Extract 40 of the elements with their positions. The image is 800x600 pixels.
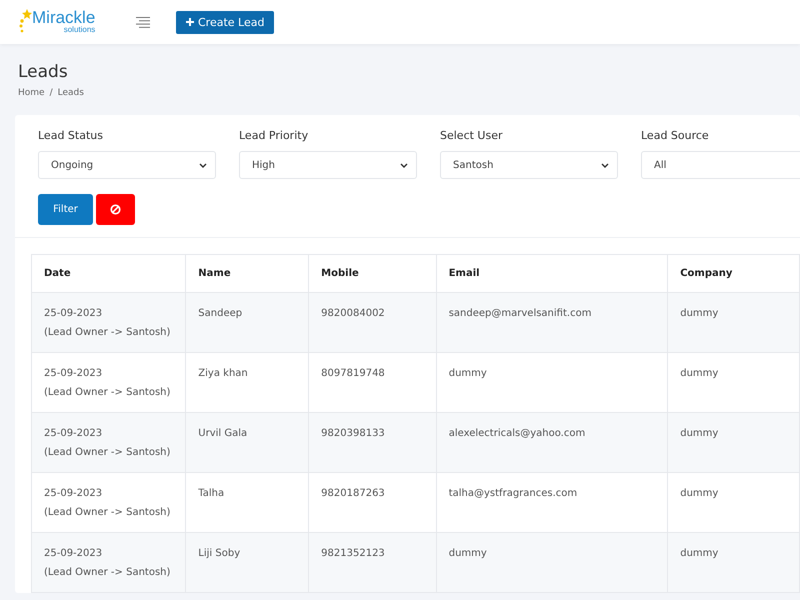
lead-date: 25-09-2023	[44, 367, 104, 381]
menu-icon[interactable]	[136, 16, 150, 28]
create-lead-button[interactable]: Create Lead	[176, 10, 274, 34]
logo-tagline: solutions	[64, 26, 96, 34]
filter-select[interactable]: Santosh	[440, 151, 618, 179]
lead-owner: (Lead Owner -> Santosh)	[44, 566, 172, 580]
column-header: Date	[32, 254, 186, 292]
breadcrumb-item[interactable]: Home	[18, 88, 45, 98]
chevron-down-icon	[199, 162, 207, 168]
plus-icon	[186, 18, 194, 26]
page-title: Leads	[18, 62, 69, 82]
filter-select[interactable]: High	[239, 151, 417, 179]
lead-owner: (Lead Owner -> Santosh)	[44, 446, 172, 460]
breadcrumb-separator: /	[50, 88, 53, 98]
lead-owner: (Lead Owner -> Santosh)	[44, 326, 172, 340]
filter-label: Lead Source	[641, 129, 710, 142]
filter-select[interactable]: All	[641, 151, 800, 179]
ban-icon	[110, 204, 121, 215]
filter-label: Select User	[440, 129, 504, 142]
table-cell: dummy	[668, 532, 800, 592]
chevron-down-icon	[601, 162, 609, 168]
lead-date: 25-09-2023	[44, 427, 104, 441]
lead-date: 25-09-2023	[44, 487, 104, 501]
filter-button[interactable]: Filter	[38, 194, 93, 225]
filter-label: Lead Status	[38, 129, 104, 142]
filter-select[interactable]: Ongoing	[38, 151, 216, 179]
column-header: Email	[436, 254, 668, 292]
lead-date: 25-09-2023	[44, 547, 104, 561]
stars-icon	[18, 9, 32, 35]
breadcrumb-item: Leads	[58, 88, 84, 98]
reset-button[interactable]	[96, 194, 135, 225]
table-cell: Liji Soby	[186, 532, 309, 592]
lead-owner: (Lead Owner -> Santosh)	[44, 506, 172, 520]
filter-label: Lead Priority	[239, 129, 310, 142]
table-cell: dummy	[436, 532, 668, 592]
chevron-down-icon	[400, 162, 408, 168]
logo-name: Mirackle	[32, 9, 96, 26]
table-cell: 9821352123	[308, 532, 436, 592]
lead-owner: (Lead Owner -> Santosh)	[44, 386, 172, 400]
lead-date: 25-09-2023	[44, 307, 104, 321]
